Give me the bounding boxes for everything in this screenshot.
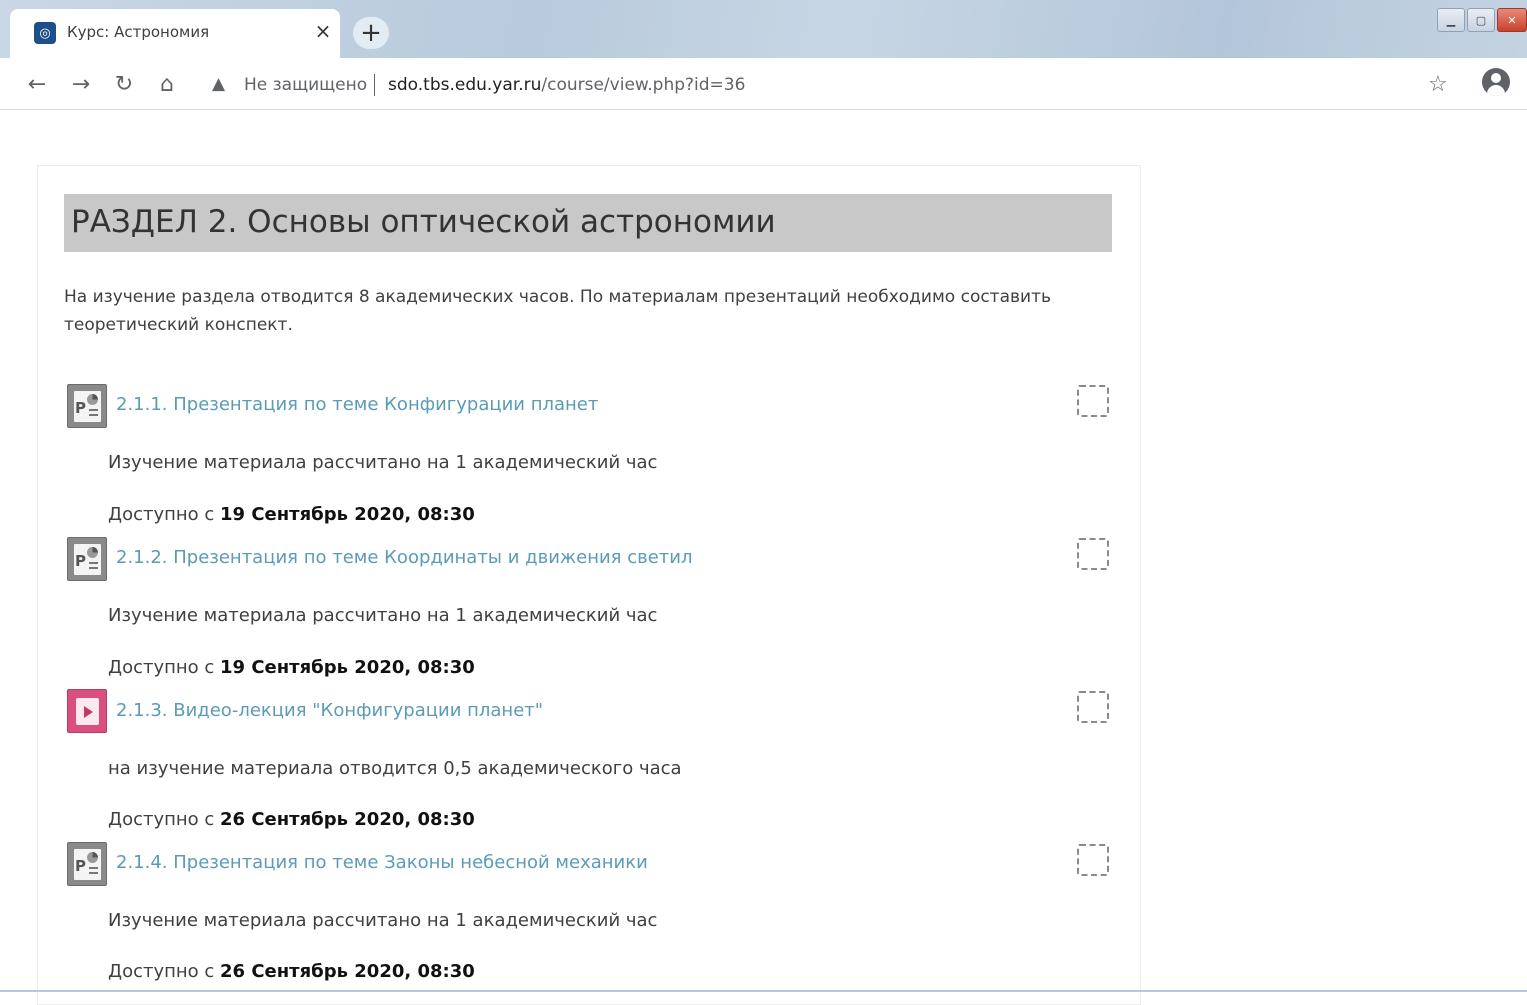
window-bottom-edge (0, 990, 1527, 992)
back-arrow-icon[interactable]: ← (22, 69, 52, 99)
security-label[interactable]: Не защищено (244, 75, 367, 95)
availability-date: 19 Сентябрь 2020, 08:30 (220, 504, 475, 525)
reload-icon[interactable]: ↻ (109, 69, 139, 99)
video-file-icon[interactable] (67, 689, 107, 733)
window-controls: ▁ ▢ ✕ (1437, 8, 1527, 34)
activity-description: Изучение материала рассчитано на 1 акаде… (108, 605, 658, 626)
address-divider (374, 74, 375, 96)
availability-date: 26 Сентябрь 2020, 08:30 (220, 961, 475, 982)
new-tab-button[interactable]: + (353, 17, 389, 49)
activity-description: Изучение материала рассчитано на 1 акаде… (108, 452, 658, 473)
url-path: /course/view.php?id=36 (541, 75, 746, 95)
bookmark-star-icon[interactable]: ☆ (1428, 72, 1448, 97)
availability-prefix: Доступно с (108, 809, 215, 830)
tab-title: Курс: Астрономия (67, 23, 210, 41)
availability-info: Доступно с 26 Сентябрь 2020, 08:30 (108, 809, 475, 830)
browser-tab-strip: ◎ Курс: Астрономия × + ▁ ▢ ✕ (0, 0, 1527, 58)
minimize-icon[interactable]: ▁ (1437, 8, 1465, 32)
forward-arrow-icon[interactable]: → (66, 69, 96, 99)
completion-checkbox[interactable] (1077, 385, 1109, 417)
availability-prefix: Доступно с (108, 657, 215, 678)
presentation-file-icon[interactable]: P (67, 842, 107, 886)
section-title: РАЗДЕЛ 2. Основы оптической астрономии (64, 194, 1112, 252)
availability-info: Доступно с 19 Сентябрь 2020, 08:30 (108, 504, 475, 525)
site-favicon-icon: ◎ (34, 22, 56, 44)
presentation-file-icon[interactable]: P (67, 384, 107, 428)
address-bar[interactable]: ▲ Не защищено sdo.tbs.edu.yar.ru/course/… (200, 64, 1465, 104)
url-text[interactable]: sdo.tbs.edu.yar.ru/course/view.php?id=36 (388, 75, 745, 95)
home-icon[interactable]: ⌂ (152, 69, 182, 99)
browser-tab[interactable]: ◎ Курс: Астрономия × (10, 9, 340, 58)
completion-checkbox[interactable] (1077, 844, 1109, 876)
not-secure-warning-icon[interactable]: ▲ (212, 74, 225, 94)
activity-description: на изучение материала отводится 0,5 акад… (108, 758, 682, 779)
activity-link[interactable]: 2.1.1. Презентация по теме Конфигурации … (116, 394, 598, 415)
section-summary: На изучение раздела отводится 8 академич… (64, 287, 1051, 335)
availability-info: Доступно с 19 Сентябрь 2020, 08:30 (108, 657, 475, 678)
activity-link[interactable]: 2.1.4. Презентация по теме Законы небесн… (116, 852, 648, 873)
maximize-icon[interactable]: ▢ (1467, 8, 1495, 32)
activity-link[interactable]: 2.1.3. Видео-лекция "Конфигурации планет… (116, 700, 543, 721)
browser-toolbar: ← → ↻ ⌂ ▲ Не защищено sdo.tbs.edu.yar.ru… (0, 58, 1527, 110)
availability-info: Доступно с 26 Сентябрь 2020, 08:30 (108, 961, 475, 982)
close-window-icon[interactable]: ✕ (1497, 8, 1527, 32)
availability-date: 19 Сентябрь 2020, 08:30 (220, 657, 475, 678)
url-host: sdo.tbs.edu.yar.ru (388, 75, 542, 95)
activity-description: Изучение материала рассчитано на 1 акаде… (108, 910, 658, 931)
presentation-file-icon[interactable]: P (67, 537, 107, 581)
availability-prefix: Доступно с (108, 961, 215, 982)
availability-prefix: Доступно с (108, 504, 215, 525)
tab-close-icon[interactable]: × (312, 19, 334, 43)
activity-link[interactable]: 2.1.2. Презентация по теме Координаты и … (116, 547, 692, 568)
availability-date: 26 Сентябрь 2020, 08:30 (220, 809, 475, 830)
profile-avatar-icon[interactable] (1482, 68, 1510, 96)
completion-checkbox[interactable] (1077, 538, 1109, 570)
completion-checkbox[interactable] (1077, 691, 1109, 723)
